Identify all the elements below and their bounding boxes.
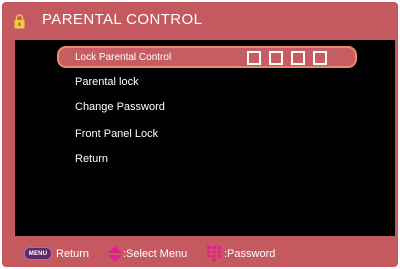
menu-item-parental-lock[interactable]: Parental lock [75, 71, 139, 93]
menu-item-lock-parental-control[interactable]: Lock Parental Control [57, 46, 357, 68]
password-digit-box[interactable] [269, 51, 283, 65]
select-menu-hint: :Select Menu [123, 248, 188, 260]
password-entry[interactable] [247, 51, 335, 65]
osd-frame: PARENTAL CONTROL Lock Parental Control P… [0, 0, 400, 269]
parental-control-panel: PARENTAL CONTROL Lock Parental Control P… [2, 2, 398, 267]
menu-item-front-panel-lock[interactable]: Front Panel Lock [75, 123, 158, 145]
menu-item-label: Front Panel Lock [75, 128, 159, 140]
number-keypad-icon [207, 246, 221, 262]
password-hint: :Password [224, 248, 276, 260]
password-digit-box[interactable] [291, 51, 305, 65]
menu-key-icon: MENU [24, 247, 52, 260]
up-down-arrow-icon [108, 246, 122, 262]
menu-screen: Lock Parental Control Parental lock Chan… [15, 40, 395, 236]
menu-item-label: Change Password [75, 101, 165, 113]
menu-item-label: Lock Parental Control [75, 51, 172, 63]
menu-item-label: Parental lock [75, 76, 139, 88]
menu-item-return[interactable]: Return [75, 148, 108, 170]
page-title: PARENTAL CONTROL [42, 11, 203, 28]
menu-item-change-password[interactable]: Change Password [75, 96, 165, 118]
password-digit-box[interactable] [247, 51, 261, 65]
password-digit-box[interactable] [313, 51, 327, 65]
padlock-icon [14, 14, 25, 29]
header-bar: PARENTAL CONTROL [2, 2, 398, 38]
footer-help-bar: MENU Return :Select Menu :Password [2, 238, 398, 267]
menu-item-label: Return [75, 153, 109, 165]
return-hint: Return [56, 248, 90, 260]
